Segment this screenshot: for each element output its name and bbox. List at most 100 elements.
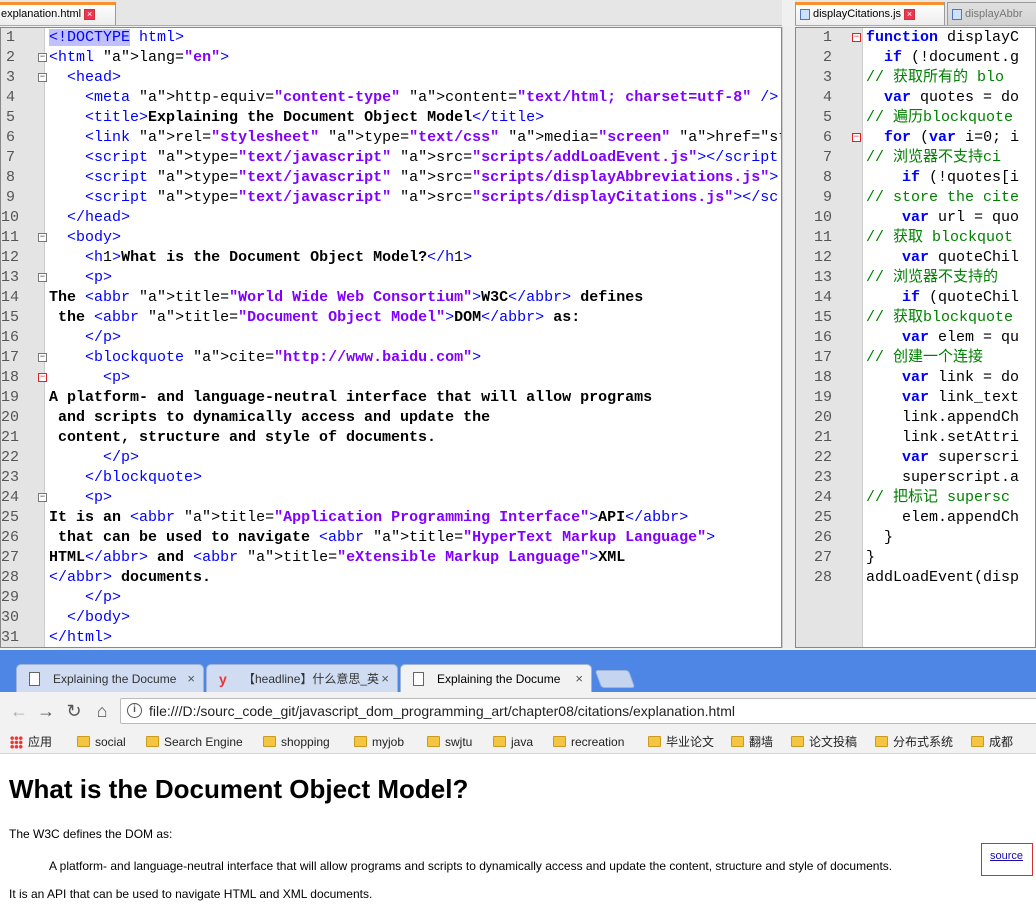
code-line[interactable]: 20 link.appendCh [796, 408, 1035, 428]
code-line[interactable]: 23 </blockquote> [1, 468, 781, 488]
code-line[interactable]: 20 and scripts to dynamically access and… [1, 408, 781, 428]
code-line[interactable]: 8 <script "a">type="text/javascript" "a"… [1, 168, 781, 188]
code-line[interactable]: 18 var link = do [796, 368, 1035, 388]
code-line[interactable]: 7 <script "a">type="text/javascript" "a"… [1, 148, 781, 168]
code-line[interactable]: 27 HTML</abbr> and <abbr "a">title="eXten… [1, 548, 781, 568]
url-input[interactable]: i file:///D:/sourc_code_git/javascript_d… [120, 698, 1036, 724]
browser-tab-3-active[interactable]: Explaining the Docume × [400, 664, 592, 692]
code-line[interactable]: 11 // 获取 blockquot [796, 228, 1035, 248]
code-line[interactable]: 10 var url = quo [796, 208, 1035, 228]
tab-display-citations-js[interactable]: displayCitations.js × [795, 2, 945, 25]
code-line[interactable]: 5 // 遍历blockquote [796, 108, 1035, 128]
code-line[interactable]: 5 <title>Explaining the Document Object … [1, 108, 781, 128]
close-icon[interactable]: × [575, 665, 583, 692]
browser-tab-1[interactable]: Explaining the Docume × [16, 664, 204, 692]
code-line[interactable]: 22 var superscri [796, 448, 1035, 468]
bookmark-folder[interactable]: 毕业论文 [646, 733, 714, 751]
code-line[interactable]: 13 // 浏览器不支持的 [796, 268, 1035, 288]
code-line[interactable]: 1 function displayC − [796, 28, 1035, 48]
code-line[interactable]: 28 addLoadEvent(disp [796, 568, 1035, 588]
bookmark-folder[interactable]: myjob [352, 733, 404, 751]
editor-splitter-scrollbar[interactable] [782, 27, 795, 648]
source-link[interactable]: source [990, 850, 1023, 862]
tab-explanation-html[interactable]: explanation.html × [0, 2, 116, 25]
code-line[interactable]: 18 <p> − [1, 368, 781, 388]
close-icon[interactable]: × [381, 665, 389, 692]
code-line[interactable]: 2 if (!document.g [796, 48, 1035, 68]
bookmark-folder[interactable]: swjtu [425, 733, 472, 751]
left-code-editor[interactable]: 1 <!DOCTYPE html> 2 <html "a">lang="en"> −3 … [0, 27, 782, 648]
reload-icon[interactable]: ↻ [63, 700, 85, 722]
right-code-editor[interactable]: 1 function displayC −2 if (!document.g 3// … [795, 27, 1036, 648]
code-line[interactable]: 11 <body> − [1, 228, 781, 248]
code-line[interactable]: 16 var elem = qu [796, 328, 1035, 348]
code-line[interactable]: 21 link.setAttri [796, 428, 1035, 448]
code-line[interactable]: 19 var link_text [796, 388, 1035, 408]
code-line[interactable]: 26 } [796, 528, 1035, 548]
code-line[interactable]: 3 // 获取所有的 blo [796, 68, 1035, 88]
code-line[interactable]: 7 // 浏览器不支持ci [796, 148, 1035, 168]
code-line[interactable]: 6 for (var i=0; i − [796, 128, 1035, 148]
code-line[interactable]: 30 </body> [1, 608, 781, 628]
forward-icon[interactable]: → [35, 700, 57, 722]
code-line[interactable]: 26 that can be used to navigate <abbr "a… [1, 528, 781, 548]
code-line[interactable]: 12 var quoteChil [796, 248, 1035, 268]
close-tab-icon[interactable]: × [84, 8, 96, 20]
tab-display-abbreviations-js[interactable]: displayAbbr [947, 2, 1036, 25]
code-line[interactable]: 24 <p> − [1, 488, 781, 508]
back-icon[interactable]: ← [8, 700, 30, 722]
code-line[interactable]: 15 the <abbr "a">title="Document Object … [1, 308, 781, 328]
fold-toggle-icon[interactable]: − [38, 353, 47, 362]
code-line[interactable]: 6 <link "a">rel="stylesheet" "a">type="t… [1, 128, 781, 148]
code-line[interactable]: 17 // 创建一个连接 [796, 348, 1035, 368]
fold-toggle-icon[interactable]: − [38, 273, 47, 282]
bookmark-folder[interactable]: shopping [261, 733, 330, 751]
code-line[interactable]: 14 if (quoteChil [796, 288, 1035, 308]
code-line[interactable]: 10 </head> [1, 208, 781, 228]
fold-toggle-icon[interactable]: − [38, 73, 47, 82]
code-line[interactable]: 17 <blockquote "a">cite="http://www.baid… [1, 348, 781, 368]
new-tab-button[interactable] [594, 670, 636, 688]
code-line[interactable]: 23 superscript.a [796, 468, 1035, 488]
code-line[interactable]: 25 elem.appendCh [796, 508, 1035, 528]
bookmark-folder[interactable]: 成都 [969, 733, 1013, 751]
code-line[interactable]: 2 <html "a">lang="en"> − [1, 48, 781, 68]
code-line[interactable]: 4 var quotes = do [796, 88, 1035, 108]
close-icon[interactable]: × [187, 665, 195, 692]
code-line[interactable]: 15 // 获取blockquote [796, 308, 1035, 328]
bookmark-folder[interactable]: social [75, 733, 126, 751]
code-line[interactable]: 27} [796, 548, 1035, 568]
code-line[interactable]: 9 // store the cite [796, 188, 1035, 208]
code-line[interactable]: 24 // 把标记 supersc [796, 488, 1035, 508]
close-tab-icon[interactable]: × [904, 8, 916, 20]
code-line[interactable]: 3 <head> − [1, 68, 781, 88]
fold-toggle-icon[interactable]: − [852, 133, 861, 142]
bookmark-folder[interactable]: 论文投稿 [789, 733, 857, 751]
code-line[interactable]: 22 </p> [1, 448, 781, 468]
code-line[interactable]: 21 content, structure and style of docum… [1, 428, 781, 448]
code-line[interactable]: 29 </p> [1, 588, 781, 608]
fold-toggle-icon[interactable]: − [38, 233, 47, 242]
home-icon[interactable]: ⌂ [91, 700, 113, 722]
code-line[interactable]: 25 It is an <abbr "a">title="Application … [1, 508, 781, 528]
code-line[interactable]: 12 <h1>What is the Document Object Model… [1, 248, 781, 268]
fold-toggle-icon[interactable]: − [38, 493, 47, 502]
info-icon[interactable]: i [127, 703, 142, 718]
code-line[interactable]: 4 <meta "a">http-equiv="content-type" "a… [1, 88, 781, 108]
code-line[interactable]: 19 A platform- and language-neutral inter… [1, 388, 781, 408]
code-line[interactable]: 8 if (!quotes[i [796, 168, 1035, 188]
fold-toggle-icon[interactable]: − [38, 53, 47, 62]
code-line[interactable]: 13 <p> − [1, 268, 781, 288]
code-line[interactable]: 1 <!DOCTYPE html> [1, 28, 781, 48]
bookmark-folder[interactable]: 分布式系统 [873, 733, 953, 751]
code-line[interactable]: 9 <script "a">type="text/javascript" "a"… [1, 188, 781, 208]
bookmark-folder[interactable]: 翻墙 [729, 733, 773, 751]
bookmark-folder[interactable]: java [491, 733, 533, 751]
bookmark-folder[interactable]: Search Engine [144, 733, 243, 751]
code-line[interactable]: 28 </abbr> documents. [1, 568, 781, 588]
fold-toggle-icon[interactable]: − [38, 373, 47, 382]
bookmark-folder[interactable]: recreation [551, 733, 624, 751]
code-line[interactable]: 14 The <abbr "a">title="World Wide Web Co… [1, 288, 781, 308]
browser-tab-2[interactable]: y 【headline】什么意思_英 × [206, 664, 398, 692]
code-line[interactable]: 16 </p> [1, 328, 781, 348]
